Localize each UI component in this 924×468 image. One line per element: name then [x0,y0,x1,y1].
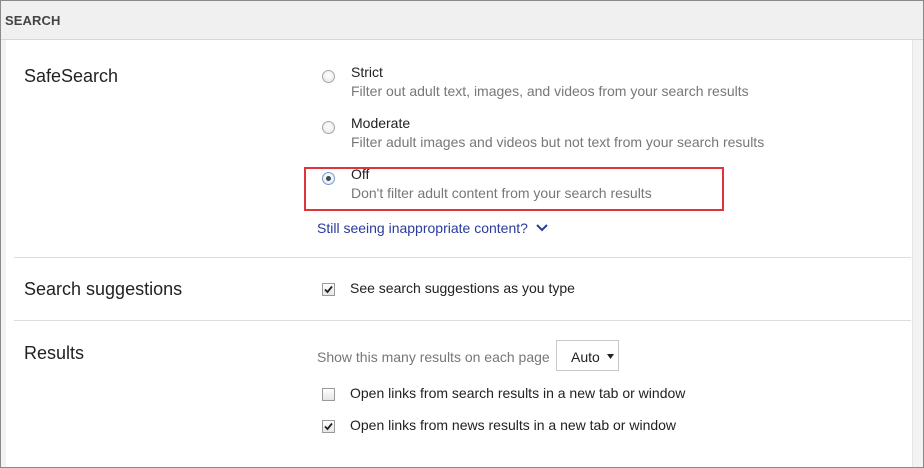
open-search-links-checkbox[interactable] [322,388,335,401]
checkmark-icon [324,285,333,294]
inappropriate-content-link[interactable]: Still seeing inappropriate content? [317,220,528,236]
moderate-title: Moderate [351,115,411,131]
highlight-box [304,167,724,211]
results-label: Results [24,343,85,363]
settings-card: SafeSearch Strict Filter out adult text,… [6,40,913,467]
section-header-title: SEARCH [5,13,61,28]
open-news-links-label: Open links from news results in a new ta… [350,417,677,433]
open-news-links-checkbox[interactable] [322,420,335,433]
search-suggestions-checkbox-label: See search suggestions as you type [350,280,575,296]
moderate-radio[interactable] [322,121,335,134]
divider [14,257,911,258]
results-per-page-label: Show this many results on each page [317,349,550,365]
search-suggestions-label: Search suggestions [24,279,183,299]
results-per-page-value: Auto [571,349,600,365]
open-search-links-label: Open links from search results in a new … [350,385,686,401]
settings-window: SEARCH SafeSearch Strict Filter out adul… [0,0,924,468]
search-suggestions-checkbox[interactable] [322,283,335,296]
chevron-down-icon[interactable] [535,223,549,233]
safesearch-label: SafeSearch [24,66,119,86]
divider [14,320,911,321]
strict-title: Strict [351,64,383,80]
section-header: SEARCH [1,1,923,40]
dropdown-arrow-icon [607,354,614,359]
checkmark-icon [324,422,333,431]
results-per-page-select[interactable]: Auto [556,340,619,371]
strict-description: Filter out adult text, images, and video… [351,83,749,99]
strict-radio[interactable] [322,70,335,83]
moderate-description: Filter adult images and videos but not t… [351,134,765,150]
